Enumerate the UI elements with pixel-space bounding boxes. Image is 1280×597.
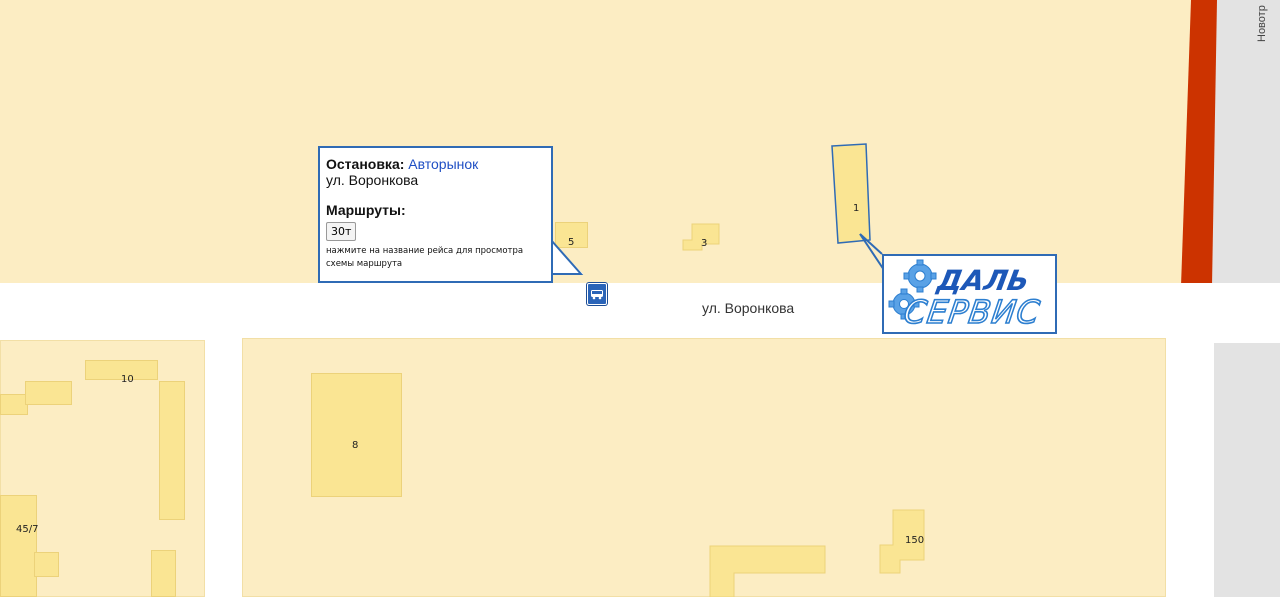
building-long-vertical[interactable]	[159, 381, 185, 520]
street-label-vertical: Новотр	[1256, 5, 1268, 42]
building-label-8: 8	[352, 440, 359, 451]
popup-tail	[549, 238, 584, 275]
building-45-7-ext[interactable]	[34, 552, 59, 577]
ad-popup[interactable]: ДАЛЬ СЕРВИС	[882, 254, 1057, 334]
building-bottom-l-shape[interactable]	[708, 544, 828, 597]
grey-area-bottom-right	[1214, 342, 1280, 597]
map-canvas[interactable]: 5 3 1 10 8 45/7 150 ул. Воронкова Новотр	[0, 0, 1280, 597]
building-45-7[interactable]	[0, 495, 37, 597]
stop-name-link[interactable]: Авторынок	[408, 156, 478, 172]
logo-text-bottom: СЕРВИС	[901, 293, 1042, 331]
stop-title: Остановка: Авторынок	[326, 156, 545, 172]
building-label-10: 10	[121, 374, 134, 385]
route-hint: нажмите на название рейса для просмотра …	[326, 246, 524, 269]
stop-popup: Остановка: Авторынок ул. Воронкова Маршр…	[318, 146, 553, 283]
block-top	[0, 0, 1190, 285]
building-8[interactable]	[311, 373, 402, 497]
route-30t-button[interactable]: 30т	[326, 222, 357, 241]
stop-street: ул. Воронкова	[326, 172, 419, 188]
building-label-45-7: 45/7	[16, 524, 39, 535]
building-bottom-small[interactable]	[151, 550, 176, 597]
building-left-a[interactable]	[0, 394, 28, 415]
building-label-150: 150	[905, 535, 925, 546]
building-label-3: 3	[701, 238, 708, 249]
road-vertical-right	[1162, 283, 1214, 597]
street-label-voronkova: ул. Воронкова	[702, 300, 795, 316]
bus-stop-icon[interactable]	[587, 283, 607, 305]
routes-heading: Маршруты:	[326, 202, 406, 218]
building-left-b[interactable]	[25, 381, 72, 405]
stop-label: Остановка:	[326, 156, 405, 172]
road-vertical-left	[204, 340, 242, 597]
dal-servis-logo: ДАЛЬ СЕРВИС	[888, 259, 1044, 332]
logo-text-top: ДАЛЬ	[934, 264, 1032, 297]
road-voronkova	[0, 283, 1280, 343]
gear-icon	[903, 259, 937, 293]
building-label-1: 1	[853, 203, 860, 214]
bus-glyph-icon	[591, 290, 603, 300]
